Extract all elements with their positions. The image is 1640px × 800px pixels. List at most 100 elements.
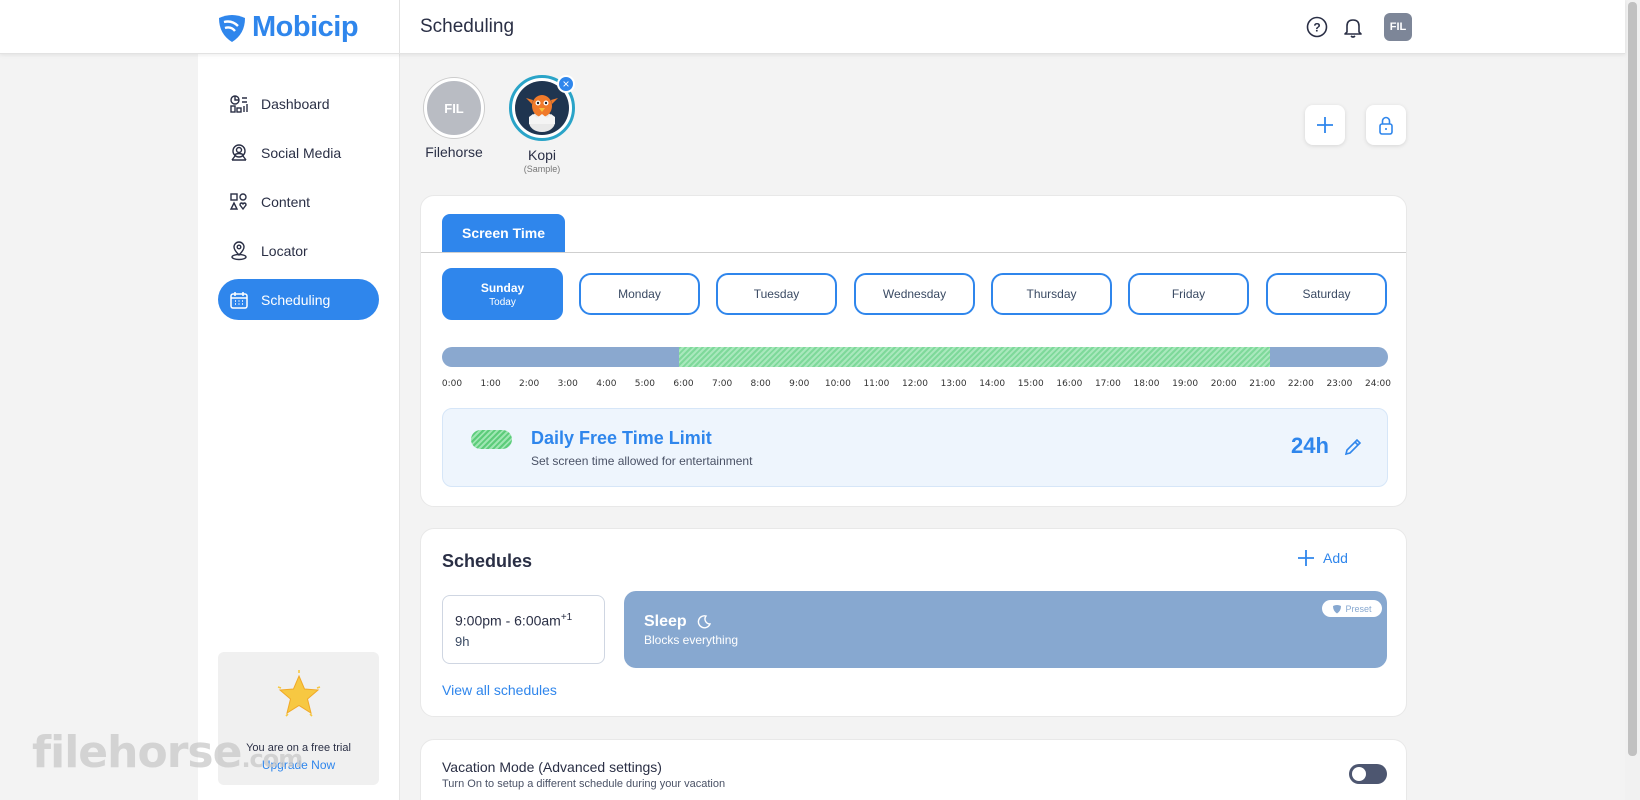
timeline-tick: 18:00: [1133, 379, 1160, 389]
day-sunday[interactable]: Sunday Today: [442, 268, 563, 320]
sidebar-item-social-media[interactable]: Social Media: [218, 132, 379, 173]
timeline-tick: 2:00: [519, 379, 540, 389]
top-bar: Mobicip Scheduling ? FIL: [0, 0, 1625, 54]
vacation-toggle[interactable]: [1349, 764, 1387, 784]
timeline-tick: 13:00: [940, 379, 967, 389]
timeline-tick: 10:00: [824, 379, 851, 389]
timeline-tick: 11:00: [863, 379, 890, 389]
timeline-tick: 1:00: [480, 379, 501, 389]
sidebar-item-label: Locator: [261, 242, 308, 259]
profile-name: Filehorse: [425, 144, 483, 160]
schedule-range-text: 9:00pm - 6:00am: [455, 612, 561, 629]
day-label: Sunday: [480, 280, 525, 295]
profile-subtitle: (Sample): [523, 164, 561, 174]
timeline-tick: 9:00: [789, 379, 810, 389]
toggle-knob: [1352, 767, 1366, 781]
content-icon: [229, 192, 249, 212]
plus-icon: [1317, 117, 1333, 133]
header-actions: ? FIL: [1306, 13, 1412, 41]
timeline-tick: 22:00: [1287, 379, 1314, 389]
schedules-title: Schedules: [442, 551, 533, 571]
profile-name: Kopi: [527, 147, 557, 163]
mobicip-logo[interactable]: Mobicip: [216, 11, 359, 44]
sidebar-item-label: Social Media: [261, 144, 342, 161]
sidebar-item-dashboard[interactable]: Dashboard: [218, 83, 379, 124]
add-profile-button[interactable]: [1305, 105, 1345, 145]
sidebar: Dashboard Social Media Content Locator S…: [198, 54, 400, 800]
schedule-name-text: Sleep: [644, 613, 687, 630]
pencil-icon[interactable]: [1343, 437, 1363, 457]
svg-text:?: ?: [1313, 21, 1320, 35]
schedule-sleep[interactable]: Sleep Blocks everything Preset: [624, 591, 1387, 668]
timeline-tick: 14:00: [979, 379, 1006, 389]
timeline-tick: 5:00: [634, 379, 656, 389]
day-thursday[interactable]: Thursday: [991, 273, 1112, 315]
moon-icon: [697, 615, 711, 629]
schedule-description: Blocks everything: [644, 633, 739, 647]
schedule-time-box[interactable]: 9:00pm - 6:00am+1 9h: [442, 595, 605, 664]
free-time-swatch: [471, 430, 512, 449]
schedule-time-range: 9:00pm - 6:00am+1: [455, 612, 572, 629]
preset-label: Preset: [1345, 603, 1372, 614]
timeline-tick: 20:00: [1210, 379, 1237, 389]
screen-time-card: Screen Time Sunday Today Monday Tuesday …: [420, 195, 1407, 507]
watermark-text: filehorse: [32, 727, 242, 778]
sidebar-item-label: Content: [261, 193, 311, 210]
add-label: Add: [1323, 550, 1348, 566]
mobicip-logo-icon: [219, 14, 245, 42]
sidebar-item-locator[interactable]: Locator: [218, 230, 379, 271]
day-sublabel: Today: [489, 296, 516, 308]
preset-badge: Preset: [1322, 600, 1382, 617]
timeline-tick: 4:00: [596, 379, 617, 389]
day-friday[interactable]: Friday: [1128, 273, 1249, 315]
schedule-name: Sleep: [644, 613, 711, 631]
free-time-range[interactable]: [678, 347, 1270, 367]
sidebar-item-scheduling[interactable]: Scheduling: [218, 279, 379, 320]
daily-free-time-limit: Daily Free Time Limit Set screen time al…: [442, 408, 1388, 487]
close-icon[interactable]: ×: [557, 75, 575, 93]
dashboard-icon: [229, 94, 249, 114]
profile-filehorse[interactable]: FIL Filehorse: [424, 78, 484, 160]
locator-icon: [229, 240, 249, 261]
bell-icon[interactable]: [1342, 16, 1364, 38]
profile-kopi[interactable]: × Kopi (Sample): [509, 75, 575, 174]
vacation-subtitle: Turn On to setup a different schedule du…: [442, 778, 726, 790]
day-monday[interactable]: Monday: [579, 273, 700, 315]
timeline-tick: 0:00: [441, 379, 463, 389]
tab-screen-time[interactable]: Screen Time: [442, 214, 565, 252]
limit-subtitle: Set screen time allowed for entertainmen…: [531, 454, 753, 468]
filehorse-watermark: filehorse.com: [32, 727, 303, 778]
day-tuesday[interactable]: Tuesday: [716, 273, 837, 315]
watermark-suffix: .com: [241, 745, 303, 773]
shield-icon: [1333, 604, 1342, 613]
vacation-mode-card: Vacation Mode (Advanced settings) Turn O…: [420, 739, 1407, 800]
view-all-schedules-link[interactable]: View all schedules: [442, 682, 557, 698]
day-wednesday[interactable]: Wednesday: [854, 273, 975, 315]
page-scrollbar[interactable]: [1625, 0, 1640, 800]
help-icon[interactable]: ?: [1306, 16, 1328, 38]
limit-value[interactable]: 24h: [1291, 433, 1329, 459]
add-schedule-button[interactable]: Add: [1297, 549, 1348, 567]
header-divider: [399, 0, 400, 54]
timeline-ticks: 0:00 1:00 2:00 3:00 4:00 5:00 6:00 7:00 8:00 9:00…: [441, 379, 1391, 391]
schedule-next-day-marker: +1: [560, 612, 573, 623]
day-saturday[interactable]: Saturday: [1266, 273, 1387, 315]
lock-button[interactable]: [1366, 105, 1406, 145]
bird-icon: [526, 95, 558, 132]
profile-avatar: FIL: [424, 78, 484, 138]
timeline-tick: 3:00: [557, 379, 578, 389]
timeline-bar[interactable]: [442, 347, 1388, 367]
vacation-title: Vacation Mode (Advanced settings): [442, 759, 662, 775]
user-avatar[interactable]: FIL: [1384, 13, 1412, 41]
schedules-card: Schedules Add 9:00pm - 6:00am+1 9h Sleep…: [420, 528, 1407, 717]
timeline-tick: 15:00: [1017, 379, 1044, 389]
timeline-tick: 23:00: [1326, 379, 1353, 389]
timeline-tick: 8:00: [750, 379, 771, 389]
sidebar-item-content[interactable]: Content: [218, 181, 379, 222]
timeline-tick: 7:00: [711, 379, 733, 389]
plus-icon: [1298, 550, 1314, 566]
social-media-icon: [229, 143, 249, 163]
timeline-tick: 19:00: [1172, 379, 1199, 389]
sidebar-item-label: Scheduling: [261, 291, 331, 308]
scrollbar-thumb[interactable]: [1628, 2, 1637, 756]
